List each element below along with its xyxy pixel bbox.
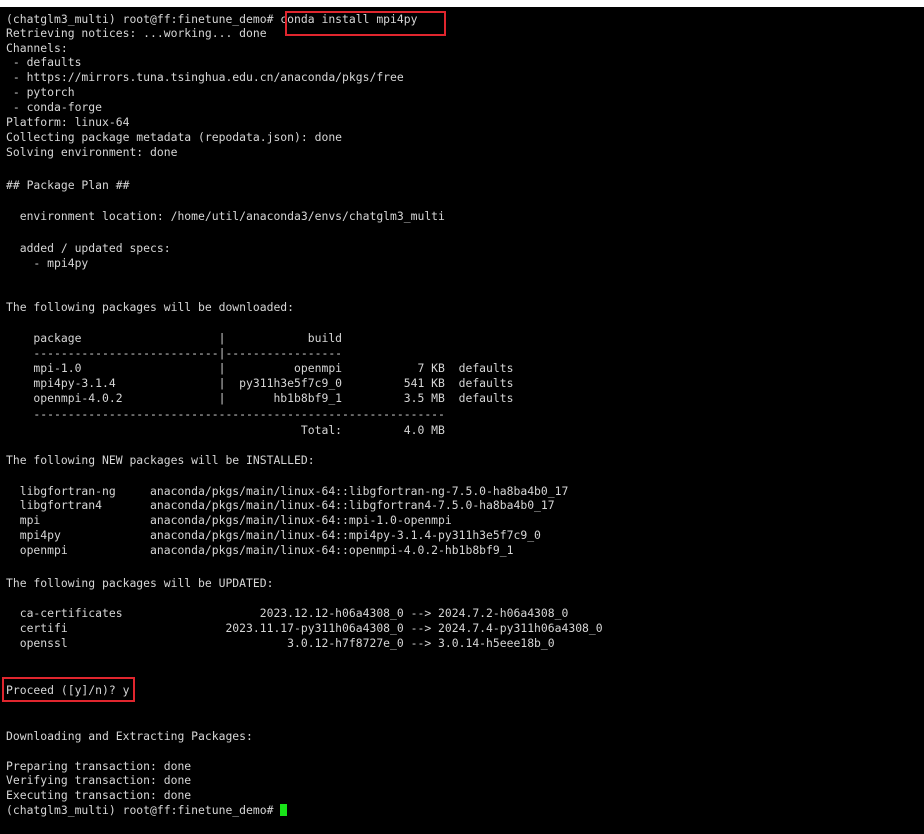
terminal-line: openmpi-4.0.2 | hb1b8bf9_1 3.5 MB defaul… [6, 391, 514, 405]
terminal-line: openmpi anaconda/pkgs/main/linux-64::ope… [6, 543, 514, 557]
terminal-line: Retrieving notices: ...working... done [6, 26, 267, 40]
terminal-line: libgfortran-ng anaconda/pkgs/main/linux-… [6, 484, 569, 498]
terminal-line: ca-certificates 2023.12.12-h06a4308_0 --… [6, 606, 569, 620]
terminal-line: certifi 2023.11.17-py311h06a4308_0 --> 2… [6, 621, 603, 635]
terminal-line: ----------------------------------------… [6, 407, 445, 421]
terminal-line: Total: 4.0 MB [6, 423, 445, 437]
terminal-input-line[interactable]: (chatglm3_multi) root@ff:finetune_demo# [6, 803, 288, 818]
final-prompt: (chatglm3_multi) root@ff:finetune_demo# [6, 803, 281, 817]
terminal-line: environment location: /home/util/anacond… [6, 209, 445, 223]
terminal-line: mpi4py-3.1.4 | py311h3e5f7c9_0 541 KB de… [6, 376, 514, 390]
terminal-line: mpi4py anaconda/pkgs/main/linux-64::mpi4… [6, 528, 541, 542]
highlight-box-proceed [2, 677, 135, 702]
text-cursor [280, 804, 288, 816]
terminal-window[interactable]: (chatglm3_multi) root@ff:finetune_demo# … [0, 0, 924, 834]
terminal-line: The following NEW packages will be INSTA… [6, 453, 315, 467]
terminal-line: package | build [6, 331, 343, 345]
terminal-line: openssl 3.0.12-h7f8727e_0 --> 3.0.14-h5e… [6, 636, 555, 650]
terminal-top-edge [0, 0, 924, 7]
terminal-line: Verifying transaction: done [6, 773, 192, 787]
terminal-line: The following packages will be downloade… [6, 300, 295, 314]
terminal-line: - conda-forge [6, 100, 103, 114]
terminal-line: Downloading and Extracting Packages: [6, 729, 253, 743]
terminal-line: The following packages will be UPDATED: [6, 576, 274, 590]
terminal-line: Executing transaction: done [6, 788, 192, 802]
terminal-line: Solving environment: done [6, 145, 178, 159]
terminal-line: ## Package Plan ## [6, 178, 130, 192]
highlight-box-command [285, 11, 446, 36]
terminal-line: mpi anaconda/pkgs/main/linux-64::mpi-1.0… [6, 513, 452, 527]
terminal-line: - https://mirrors.tuna.tsinghua.edu.cn/a… [6, 70, 404, 84]
terminal-line: added / updated specs: [6, 241, 171, 255]
terminal-line: - pytorch [6, 85, 75, 99]
terminal-line: Platform: linux-64 [6, 115, 130, 129]
terminal-line: Preparing transaction: done [6, 759, 192, 773]
terminal-line: mpi-1.0 | openmpi 7 KB defaults [6, 361, 514, 375]
terminal-line: - defaults [6, 55, 82, 69]
terminal-line: ---------------------------|------------… [6, 346, 343, 360]
terminal-line: Channels: [6, 41, 68, 55]
terminal-line: libgfortran4 anaconda/pkgs/main/linux-64… [6, 498, 555, 512]
terminal-line: Collecting package metadata (repodata.js… [6, 130, 343, 144]
terminal-line: - mpi4py [6, 256, 89, 270]
